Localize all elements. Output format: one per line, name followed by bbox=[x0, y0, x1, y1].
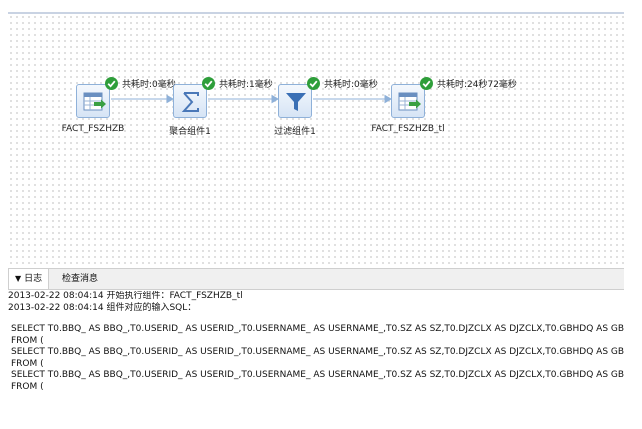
tab-label: 日志 bbox=[24, 274, 43, 284]
log-tabbar: ▼ 日志 检查消息 bbox=[8, 268, 624, 290]
node-duration: 共耗时:24秒72毫秒 bbox=[437, 80, 517, 90]
sql-line: SELECT T0.BBQ_ AS BBQ_,T0.USERID_ AS USE… bbox=[11, 347, 624, 357]
flow-canvas[interactable]: 共耗时:0毫秒 FACT_FSZHZB 共耗时:1毫秒 聚合组件1 共耗时:0毫… bbox=[8, 12, 624, 266]
flow-connector bbox=[111, 94, 392, 104]
sigma-icon bbox=[181, 92, 199, 112]
success-check-icon bbox=[420, 77, 433, 90]
node-label: FACT_FSZHZB bbox=[61, 124, 125, 134]
sql-line: SELECT T0.BBQ_ AS BBQ_,T0.USERID_ AS USE… bbox=[11, 324, 624, 334]
sql-line: FROM ( bbox=[11, 335, 44, 346]
success-check-icon bbox=[202, 77, 215, 90]
log-line: 2013-02-22 08:04:14 开始执行组件：FACT_FSZHZB_t… bbox=[8, 291, 243, 301]
node-duration: 共耗时:0毫秒 bbox=[122, 80, 176, 90]
sql-line: FROM ( bbox=[11, 358, 44, 369]
tab-label: 检查消息 bbox=[62, 274, 99, 284]
triangle-down-icon: ▼ bbox=[15, 274, 22, 283]
success-check-icon bbox=[307, 77, 320, 90]
log-panel[interactable]: 2013-02-22 08:04:14 开始执行组件：FACT_FSZHZB_t… bbox=[8, 291, 624, 404]
node-label: 聚合组件1 bbox=[169, 127, 211, 137]
table-output-icon bbox=[398, 92, 421, 111]
log-line: 2013-02-22 08:04:14 组件对应的输入SQL： bbox=[8, 302, 197, 313]
etl-designer: 共耗时:0毫秒 FACT_FSZHZB 共耗时:1毫秒 聚合组件1 共耗时:0毫… bbox=[8, 12, 624, 404]
table-output-icon bbox=[83, 92, 106, 111]
node-duration: 共耗时:1毫秒 bbox=[219, 80, 273, 90]
node-label: 过滤组件1 bbox=[274, 127, 316, 137]
filter-icon bbox=[286, 93, 306, 111]
tab-log[interactable]: ▼ 日志 bbox=[8, 269, 50, 289]
node-label: FACT_FSZHZB_tl bbox=[371, 124, 445, 134]
sql-line: SELECT T0.BBQ_ AS BBQ_,T0.USERID_ AS USE… bbox=[11, 370, 624, 380]
tab-check-messages[interactable]: 检查消息 bbox=[56, 269, 104, 289]
node-duration: 共耗时:0毫秒 bbox=[324, 80, 378, 90]
sql-line: FROM ( bbox=[11, 381, 44, 392]
success-check-icon bbox=[105, 77, 118, 90]
log-spacer bbox=[8, 314, 624, 324]
